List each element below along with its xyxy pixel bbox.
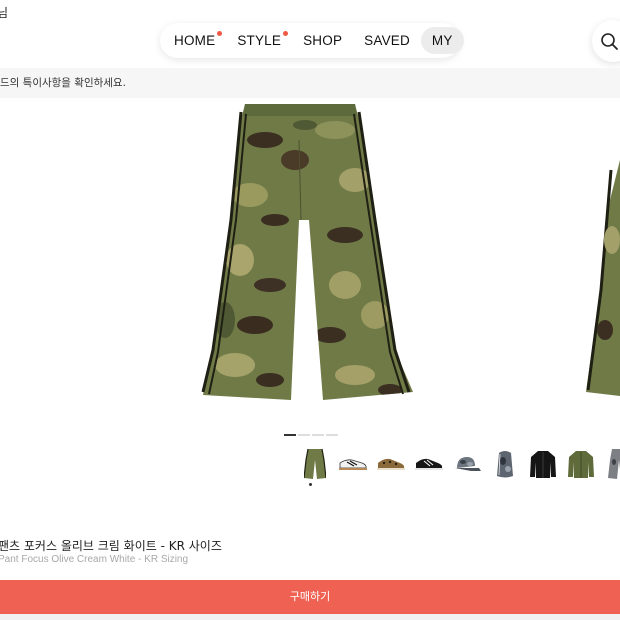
buy-button[interactable]: 구매하기: [0, 580, 620, 614]
product-main-image[interactable]: [195, 100, 425, 410]
sneaker-black-thumb[interactable]: [410, 448, 448, 480]
nav-item-label: MY: [431, 33, 453, 48]
bag-camo-thumb[interactable]: [486, 448, 524, 480]
grey-pants-thumb[interactable]: [600, 448, 620, 480]
camo-pants-thumb[interactable]: [296, 448, 334, 480]
main-nav: HOME STYLE SHOP SAVED MY: [160, 23, 464, 58]
thumbnail-selected-indicator: [309, 483, 312, 486]
nav-item-my[interactable]: MY: [420, 27, 464, 54]
nav-item-home[interactable]: HOME: [163, 27, 226, 54]
camo-pants: [201, 104, 413, 400]
cap-camo-thumb[interactable]: [448, 448, 486, 480]
nav-item-style[interactable]: STYLE: [226, 27, 292, 54]
nav-item-saved[interactable]: SAVED: [353, 27, 421, 54]
sneaker-white-black-thumb[interactable]: [334, 448, 372, 480]
thumbnail-strip: [296, 448, 620, 488]
nav-item-label: STYLE: [237, 33, 282, 48]
product-title-en: Pant Focus Olive Cream White - KR Sizing: [0, 554, 189, 565]
notification-dot: [283, 31, 289, 36]
notice-bar: 드의 특이사항을 확인하세요.: [0, 68, 620, 98]
slide-indicator: [284, 434, 338, 436]
bottom-divider: [0, 614, 620, 620]
olive-jacket-thumb[interactable]: [562, 448, 600, 480]
black-jacket-thumb[interactable]: [524, 448, 562, 480]
notification-dot: [217, 31, 223, 36]
product-title-ko: 팬츠 포커스 올리브 크림 화이트 - KR 사이즈: [0, 539, 222, 553]
nav-item-shop[interactable]: SHOP: [292, 27, 353, 54]
search-button[interactable]: [592, 20, 620, 62]
slide-indicator-dot: [326, 434, 338, 436]
slide-indicator-dot: [312, 434, 324, 436]
nav-item-label: HOME: [174, 33, 216, 48]
slide-indicator-dot: [298, 434, 310, 436]
sneaker-leopard-thumb[interactable]: [372, 448, 410, 480]
search-icon: [601, 33, 618, 50]
slide-indicator-active: [284, 434, 296, 436]
nav-item-label: SHOP: [303, 33, 343, 48]
next-slide-preview[interactable]: [580, 160, 620, 400]
header-title-fragment: 님: [0, 6, 9, 20]
nav-item-label: SAVED: [364, 33, 410, 48]
